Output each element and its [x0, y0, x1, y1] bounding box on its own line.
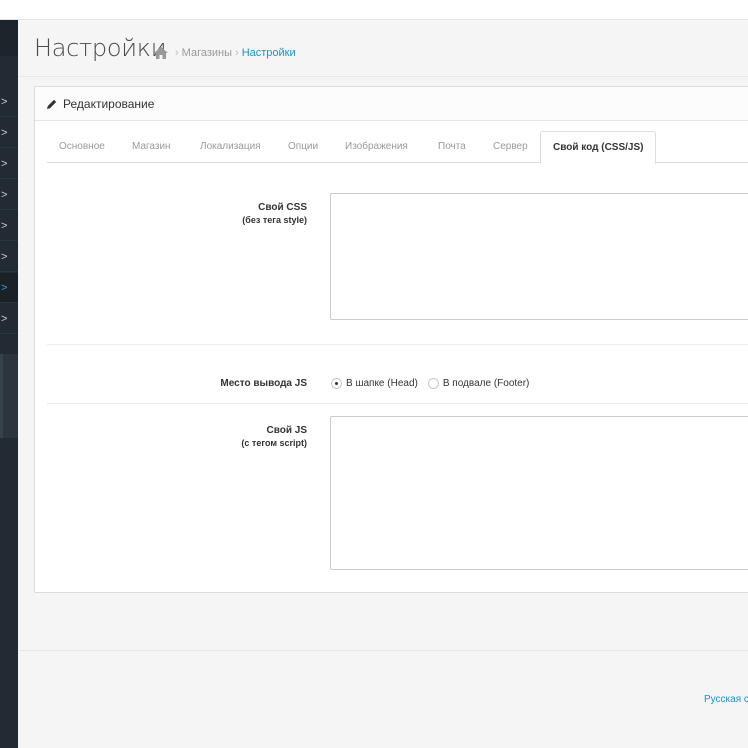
edit-panel: Редактирование Основное Магазин Локализа…: [34, 86, 748, 593]
page-title: Настройки: [34, 34, 167, 62]
custom-css-sublabel: (без тега style): [242, 215, 307, 225]
chevron-right-icon: >: [1, 251, 8, 263]
tab-custom-code[interactable]: Свой код (CSS/JS): [540, 131, 657, 164]
panel-heading: Редактирование: [35, 87, 748, 121]
breadcrumb-stores[interactable]: Магазины: [182, 47, 232, 59]
custom-css-textarea[interactable]: [330, 193, 748, 320]
js-position-radio-group: В шапке (Head) В подвале (Footer): [331, 378, 539, 389]
tab-server[interactable]: Сервер: [493, 131, 528, 163]
tab-localization[interactable]: Локализация: [200, 131, 261, 163]
chevron-right-icon: >: [1, 158, 8, 170]
breadcrumb-separator: ›: [235, 47, 239, 59]
settings-tabs: Основное Магазин Локализация Опции Изобр…: [47, 131, 748, 164]
header-divider: [18, 76, 748, 77]
chevron-right-icon: >: [1, 282, 8, 294]
sidebar-item-1[interactable]: >: [0, 87, 18, 117]
sidebar-item-8[interactable]: >: [0, 304, 18, 334]
breadcrumb: › Магазины › Настройки: [154, 47, 296, 59]
radio-head[interactable]: [331, 378, 342, 389]
page-header: Настройки › Магазины › Настройки: [18, 20, 748, 76]
sidebar-item-4[interactable]: >: [0, 180, 18, 210]
custom-js-label: Свой JS (с тегом script): [241, 424, 307, 450]
sidebar: > > > > > > > >: [0, 20, 18, 748]
form-divider: [47, 344, 748, 345]
home-icon[interactable]: [154, 47, 168, 59]
chevron-right-icon: >: [1, 313, 8, 325]
js-position-label: Место вывода JS: [220, 378, 307, 389]
chevron-right-icon: >: [1, 96, 8, 108]
custom-js-sublabel: (с тегом script): [241, 438, 307, 448]
tab-mail[interactable]: Почта: [438, 131, 466, 163]
sidebar-item-6[interactable]: >: [0, 242, 18, 272]
custom-css-label: Свой CSS (без тега style): [242, 201, 307, 227]
top-bar: [0, 0, 748, 20]
sidebar-item-3[interactable]: >: [0, 149, 18, 179]
tab-general[interactable]: Основное: [59, 131, 105, 163]
pencil-icon: [47, 99, 57, 109]
breadcrumb-separator: ›: [175, 47, 179, 59]
custom-css-label-text: Свой CSS: [258, 202, 307, 213]
chevron-right-icon: >: [1, 127, 8, 139]
chevron-right-icon: >: [1, 220, 8, 232]
custom-js-label-text: Свой JS: [266, 425, 307, 436]
tab-images[interactable]: Изображения: [345, 131, 408, 163]
tab-store[interactable]: Магазин: [132, 131, 171, 163]
breadcrumb-settings[interactable]: Настройки: [242, 47, 296, 59]
radio-head-label[interactable]: В шапке (Head): [346, 378, 418, 389]
form-divider: [47, 403, 748, 404]
radio-footer[interactable]: [427, 378, 439, 389]
radio-footer-label[interactable]: В подвале (Footer): [443, 378, 530, 389]
sidebar-top-block: [0, 20, 18, 56]
language-link[interactable]: Русская сб: [704, 694, 748, 705]
sidebar-submenu: [0, 354, 18, 438]
footer-divider: [18, 650, 748, 651]
sidebar-item-5[interactable]: >: [0, 211, 18, 241]
sidebar-item-2[interactable]: >: [0, 118, 18, 148]
panel-title: Редактирование: [63, 96, 155, 111]
custom-js-textarea[interactable]: [330, 416, 748, 570]
chevron-right-icon: >: [1, 189, 8, 201]
tab-options[interactable]: Опции: [288, 131, 318, 163]
sidebar-item-7-active[interactable]: >: [0, 273, 18, 303]
